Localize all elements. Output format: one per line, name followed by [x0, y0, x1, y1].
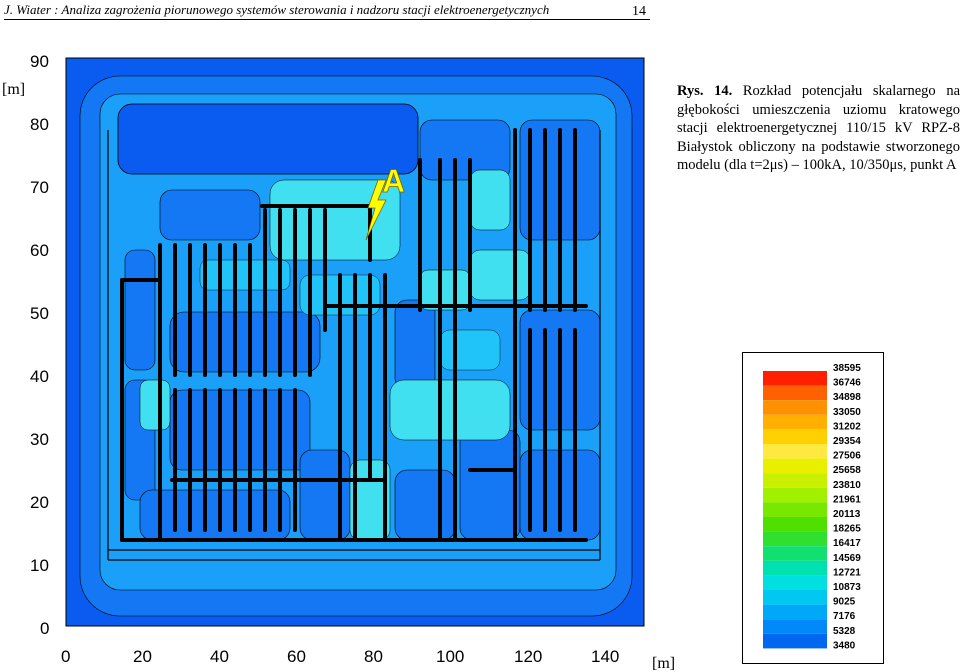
potential-map: A 90 80 70 60 50 40 30 20 10 0 [m] 0 20 …	[2, 52, 675, 672]
legend-value: 5328	[833, 626, 856, 637]
legend-value: 31202	[833, 421, 861, 432]
legend-swatch	[763, 604, 827, 620]
legend-value: 25658	[833, 465, 861, 476]
y-axis: 90 80 70 60 50 40 30 20 10 0 [m]	[2, 52, 49, 638]
legend-value: 34898	[833, 392, 861, 403]
legend-swatch	[763, 444, 827, 459]
y-tick: 30	[30, 430, 49, 449]
legend-value: 27506	[833, 451, 861, 462]
header-rule	[4, 19, 650, 20]
legend-swatch	[763, 487, 827, 503]
legend-swatch	[763, 502, 827, 517]
legend-value: 9025	[833, 597, 856, 608]
legend-value: 23810	[833, 480, 861, 491]
legend-value: 36746	[833, 378, 861, 389]
y-tick: 40	[30, 367, 49, 386]
legend-value: 14569	[833, 553, 861, 564]
x-tick: 80	[364, 647, 383, 666]
legend-value: 12721	[833, 567, 861, 578]
point-label: A	[382, 163, 405, 199]
legend-scale: 38595 36746 34898 33050 31202 29354 27506 25658…	[763, 363, 861, 651]
legend-value: 20113	[833, 509, 861, 520]
legend-swatch	[763, 458, 827, 474]
y-tick: 50	[30, 304, 49, 323]
header-text: J. Wiater : Analiza zagrożenia piorunowe…	[4, 2, 550, 17]
caption-label: Rys. 14.	[677, 83, 733, 99]
legend-swatch	[763, 633, 827, 649]
legend-value: 3480	[833, 640, 856, 651]
legend-value: 33050	[833, 407, 861, 418]
legend-swatch	[763, 531, 827, 547]
x-tick: 120	[514, 647, 542, 666]
page-number: 14	[632, 4, 646, 19]
legend-swatch	[763, 400, 827, 415]
legend-value: 38595	[833, 363, 861, 374]
legend-value: 18265	[833, 524, 861, 535]
running-header: J. Wiater : Analiza zagrożenia piorunowe…	[4, 2, 650, 20]
legend-swatch	[763, 414, 827, 430]
x-tick: 60	[287, 647, 306, 666]
legend-swatch	[763, 560, 827, 576]
legend-swatch	[763, 473, 827, 488]
legend-value: 16417	[833, 538, 861, 549]
y-tick: 10	[30, 556, 49, 575]
legend-value: 10873	[833, 582, 861, 593]
x-tick: 100	[436, 647, 464, 666]
legend-swatch	[763, 429, 827, 444]
legend-swatch	[763, 590, 827, 605]
x-tick: 40	[210, 647, 229, 666]
y-unit: [m]	[2, 81, 25, 98]
legend-value: 21961	[833, 494, 861, 505]
y-tick: 80	[30, 115, 49, 134]
y-tick: 90	[30, 52, 49, 71]
y-tick: 70	[30, 178, 49, 197]
x-tick: 20	[133, 647, 152, 666]
legend-swatch	[763, 619, 827, 634]
x-unit: [m]	[652, 655, 675, 672]
legend-swatch	[763, 371, 827, 386]
x-tick: 0	[61, 647, 70, 666]
legend-value: 29354	[833, 436, 861, 447]
x-axis: 0 20 40 60 80 100 120 140 [m]	[61, 647, 675, 672]
legend-swatch	[763, 385, 827, 401]
legend-swatch	[763, 517, 827, 532]
legend-swatch	[763, 575, 827, 590]
legend-value: 7176	[833, 611, 856, 622]
y-tick: 0	[40, 619, 49, 638]
figure: A 90 80 70 60 50 40 30 20 10 0 [m] 0 20 …	[0, 30, 700, 672]
color-legend: 38595 36746 34898 33050 31202 29354 27506 25658…	[742, 352, 884, 664]
figure-caption: Rys. 14. Rozkład potencjału skalarnego n…	[677, 82, 960, 175]
legend-swatch	[763, 546, 827, 561]
y-tick: 20	[30, 493, 49, 512]
y-tick: 60	[30, 241, 49, 260]
x-tick: 140	[591, 647, 619, 666]
zone-ul	[117, 103, 419, 175]
